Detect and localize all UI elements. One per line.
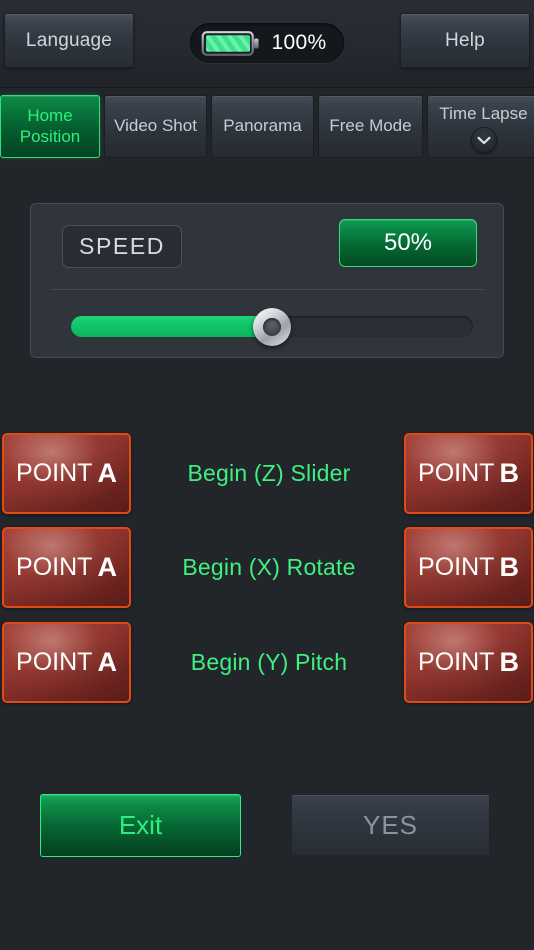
point-b-letter-x: B [499,552,519,582]
tab-home-position-label: Home Position [19,106,81,146]
speed-control-panel: SPEED 50% [30,203,504,358]
help-button-label: Help [445,29,485,51]
point-b-button-y[interactable]: POINT B [404,622,533,703]
tab-panorama[interactable]: Panorama [211,95,314,158]
point-a-button-x[interactable]: POINT A [2,527,131,608]
point-b-label-y: POINT [418,648,495,676]
yes-button[interactable]: YES [291,794,490,856]
point-b-button-z[interactable]: POINT B [404,433,533,514]
exit-button[interactable]: Exit [40,794,241,857]
exit-button-label: Exit [118,810,163,840]
point-a-button-y[interactable]: POINT A [2,622,131,703]
point-a-button-z[interactable]: POINT A [2,433,131,514]
axis-title-z: Begin (Z) Slider [187,460,351,486]
language-button[interactable]: Language [4,13,134,68]
point-b-label-z: POINT [418,459,495,487]
help-button[interactable]: Help [400,13,530,68]
battery-status-indicator: 100% [188,22,346,64]
axis-title-y: Begin (Y) Pitch [190,649,348,675]
point-a-letter-x: A [97,552,117,582]
speed-label: SPEED [62,225,182,268]
speed-value-button[interactable]: 50% [339,219,477,267]
tab-free-mode-label: Free Mode [329,116,412,136]
tab-time-lapse[interactable]: Time Lapse [427,95,534,158]
point-b-letter-y: B [499,647,519,677]
tab-time-lapse-label: Time Lapse [439,103,528,123]
point-a-label-x: POINT [16,553,93,581]
tab-video-shot-label: Video Shot [114,116,197,136]
yes-button-label: YES [362,809,419,840]
top-header-bar: Language 100% Help [0,0,534,88]
point-a-label-y: POINT [16,648,93,676]
mode-tab-bar: Home Position Video Shot Panorama Free Mo… [0,95,534,158]
panel-divider [51,289,483,290]
battery-percent-label: 100% [271,31,327,54]
speed-slider-thumb[interactable] [253,308,291,346]
tab-video-shot[interactable]: Video Shot [104,95,207,158]
tab-home-position[interactable]: Home Position [0,95,100,158]
point-a-label-z: POINT [16,459,93,487]
point-b-label-x: POINT [418,553,495,581]
battery-full-icon [201,30,260,56]
speed-slider[interactable] [71,308,473,346]
axis-row-x-rotate: POINT A Begin (X) Rotate POINT B [0,527,534,608]
tab-free-mode[interactable]: Free Mode [318,95,423,158]
tab-panorama-label: Panorama [223,116,302,136]
axis-title-x: Begin (X) Rotate [182,554,356,580]
axis-row-z-slider: POINT A Begin (Z) Slider POINT B [0,433,534,514]
point-b-letter-z: B [499,458,519,488]
axis-row-y-pitch: POINT A Begin (Y) Pitch POINT B [0,622,534,703]
point-a-letter-y: A [97,647,117,677]
point-a-letter-z: A [97,458,117,488]
point-b-button-x[interactable]: POINT B [404,527,533,608]
language-button-label: Language [25,29,113,51]
speed-panel-header: SPEED 50% [31,204,503,282]
speed-slider-fill [71,316,272,337]
chevron-down-icon[interactable] [470,127,497,154]
